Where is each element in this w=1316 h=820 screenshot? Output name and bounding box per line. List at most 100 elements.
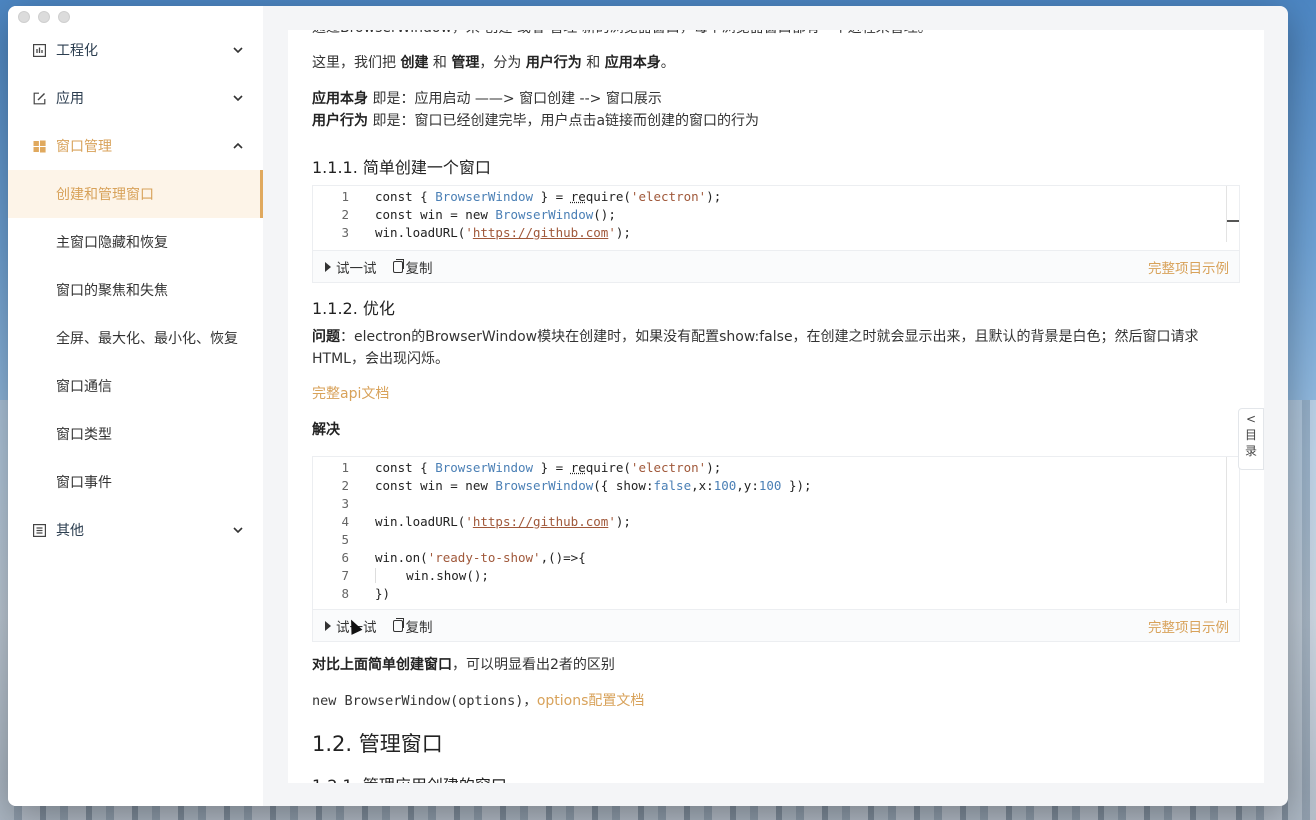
text: 这里，我们把 bbox=[312, 55, 401, 71]
code-line: 4 win.loadURL('https://github.com'); bbox=[313, 512, 1239, 530]
toc-label: 目 bbox=[1244, 428, 1257, 442]
bold-text: 用户行为 bbox=[312, 113, 368, 129]
code-area[interactable]: 1 const { BrowserWindow } = require('elec… bbox=[313, 186, 1239, 242]
code-line: 2 const win = new BrowserWindow({ show:fa… bbox=[313, 476, 1239, 494]
code-line: 8}) bbox=[313, 584, 1239, 602]
options-doc-link[interactable]: options配置文档 bbox=[537, 693, 645, 709]
close-window-button[interactable] bbox=[18, 11, 30, 23]
code-line: 1 const { BrowserWindow } = require('elec… bbox=[313, 187, 1239, 205]
sidebar-item-create-manage-window[interactable]: 创建和管理窗口 bbox=[8, 170, 263, 218]
line-number: 8 bbox=[341, 585, 349, 601]
sidebar-item-window-communication[interactable]: 窗口通信 bbox=[8, 362, 263, 410]
copy-label: 复制 bbox=[405, 260, 433, 277]
code-toolbar: 试一试 复制 完整项目示例 bbox=[313, 609, 1239, 641]
line-number: 2 bbox=[341, 477, 349, 493]
text: ：electron的BrowserWindow模块在创建时，如果没有配置show… bbox=[340, 329, 1199, 345]
sidebar-group-label: 其他 bbox=[56, 523, 84, 539]
window-controls bbox=[18, 11, 70, 23]
line-number: 2 bbox=[341, 206, 349, 222]
heading-optimize: 1.1.2. 优化 bbox=[312, 299, 395, 318]
heading-manage-window: 1.2. 管理窗口 bbox=[312, 732, 443, 756]
paragraph-intro: 这里，我们把 创建 和 管理，分为 用户行为 和 应用本身。 bbox=[312, 52, 675, 74]
inline-code: new BrowserWindow(options)， bbox=[312, 693, 537, 709]
paragraph-problem: 问题：electron的BrowserWindow模块在创建时，如果没有配置sh… bbox=[312, 326, 1240, 370]
line-number: 4 bbox=[341, 513, 349, 529]
line-number: 3 bbox=[341, 224, 349, 240]
copy-icon bbox=[392, 617, 404, 632]
maximize-window-button[interactable] bbox=[58, 11, 70, 23]
copy-button[interactable]: 复制 bbox=[392, 616, 433, 636]
sidebar-item-focus-blur[interactable]: 窗口的聚焦和失焦 bbox=[8, 266, 263, 314]
text: 和 bbox=[581, 55, 605, 71]
sidebar-group-app[interactable]: 应用 bbox=[8, 74, 263, 122]
play-triangle-icon bbox=[325, 261, 331, 272]
minimize-window-button[interactable] bbox=[38, 11, 50, 23]
text: 即是：应用启动 ——> 窗口创建 --> 窗口展示 bbox=[368, 91, 662, 107]
code-block-optimized: 1 const { BrowserWindow } = require('elec… bbox=[312, 456, 1240, 642]
line-number: 3 bbox=[341, 495, 349, 511]
line-number: 5 bbox=[341, 531, 349, 547]
text: HTML，会出现闪烁。 bbox=[312, 351, 449, 367]
chevron-down-icon bbox=[233, 525, 243, 536]
code-area[interactable]: 1 const { BrowserWindow } = require('elec… bbox=[313, 457, 1239, 603]
sidebar-item-hide-restore[interactable]: 主窗口隐藏和恢复 bbox=[8, 218, 263, 266]
chevron-down-icon bbox=[233, 93, 243, 104]
copy-label: 复制 bbox=[405, 619, 433, 636]
sidebar-group-other[interactable]: 其他 bbox=[8, 506, 263, 554]
copy-button[interactable]: 复制 bbox=[392, 257, 433, 277]
sidebar-group-engineering[interactable]: 工程化 bbox=[8, 26, 263, 74]
example-link[interactable]: 完整项目示例 bbox=[1148, 616, 1229, 636]
text: ，可以明显看出2者的区别 bbox=[452, 657, 615, 673]
copy-icon bbox=[392, 258, 404, 273]
code-line: 6 win.on('ready-to-show',()=>{ bbox=[313, 548, 1239, 566]
sidebar-group-label: 应用 bbox=[56, 91, 84, 107]
code-line: 3 bbox=[313, 494, 1239, 512]
doc-content: 通过BrowserWindow，来 创建 或者 管理 新的浏览器窗口，每个浏览器… bbox=[288, 30, 1264, 783]
api-doc-link[interactable]: 完整api文档 bbox=[312, 383, 389, 403]
scroll-thumb[interactable] bbox=[1227, 220, 1239, 222]
code-line: 7 win.show(); bbox=[313, 566, 1239, 584]
sidebar-group-label: 工程化 bbox=[56, 43, 98, 59]
bold-text: 管理 bbox=[451, 55, 480, 71]
example-link[interactable]: 完整项目示例 bbox=[1148, 257, 1229, 277]
bold-text: 解决 bbox=[312, 422, 340, 438]
try-button[interactable]: 试一试 bbox=[325, 257, 377, 277]
code-scrollbar[interactable] bbox=[1226, 457, 1227, 603]
toc-label: 录 bbox=[1244, 444, 1257, 458]
try-label: 试一试 bbox=[336, 260, 377, 277]
code-block-simple: 1 const { BrowserWindow } = require('elec… bbox=[312, 185, 1240, 283]
chevron-up-icon bbox=[233, 141, 243, 152]
line-number: 1 bbox=[341, 188, 349, 204]
sidebar-item-fullscreen[interactable]: 全屏、最大化、最小化、恢复 bbox=[8, 314, 263, 362]
line-number: 6 bbox=[341, 549, 349, 565]
bold-text: 对比上面简单创建窗口 bbox=[312, 657, 452, 673]
sidebar-group-label: 窗口管理 bbox=[56, 139, 112, 155]
bold-text: 用户行为 bbox=[525, 55, 582, 71]
paragraph-options: new BrowserWindow(options)，options配置文档 bbox=[312, 690, 644, 712]
text: ，分为 bbox=[479, 55, 526, 71]
text: 即是：窗口已经创建完毕，用户点击a链接而创建的窗口的行为 bbox=[368, 113, 760, 129]
sidebar-item-window-events[interactable]: 窗口事件 bbox=[8, 458, 263, 506]
paragraph-definitions: 应用本身 即是：应用启动 ——> 窗口创建 --> 窗口展示 用户行为 即是：窗… bbox=[312, 88, 759, 132]
list-icon bbox=[32, 523, 46, 537]
line-number: 7 bbox=[341, 567, 349, 583]
play-triangle-icon bbox=[325, 620, 331, 631]
paragraph-compare: 对比上面简单创建窗口，可以明显看出2者的区别 bbox=[312, 654, 615, 676]
app-window: 工程化 应用 窗口管理 创建和管理窗口 主窗口隐藏和恢复 窗口的聚焦和失焦 全屏… bbox=[8, 6, 1288, 806]
bold-text: 应用本身 bbox=[604, 55, 661, 71]
bold-text: 应用本身 bbox=[312, 91, 368, 107]
code-line: 1 const { BrowserWindow } = require('elec… bbox=[313, 458, 1239, 476]
code-line: 2 const win = new BrowserWindow(); bbox=[313, 205, 1239, 223]
bold-text: 问题 bbox=[312, 329, 340, 345]
sidebar-item-window-types[interactable]: 窗口类型 bbox=[8, 410, 263, 458]
code-scrollbar[interactable] bbox=[1226, 186, 1227, 242]
text: 。 bbox=[660, 55, 675, 71]
chevron-down-icon bbox=[233, 45, 243, 56]
edit-icon bbox=[32, 91, 46, 105]
paragraph-partial: 通过BrowserWindow，来 创建 或者 管理 新的浏览器窗口，每个浏览器… bbox=[312, 30, 932, 39]
code-toolbar: 试一试 复制 完整项目示例 bbox=[313, 250, 1239, 282]
chevron-left-icon: < bbox=[1245, 412, 1257, 426]
sidebar-group-window-management[interactable]: 窗口管理 bbox=[8, 122, 263, 170]
line-number: 1 bbox=[341, 459, 349, 475]
toc-toggle[interactable]: < 目 录 bbox=[1238, 408, 1264, 470]
